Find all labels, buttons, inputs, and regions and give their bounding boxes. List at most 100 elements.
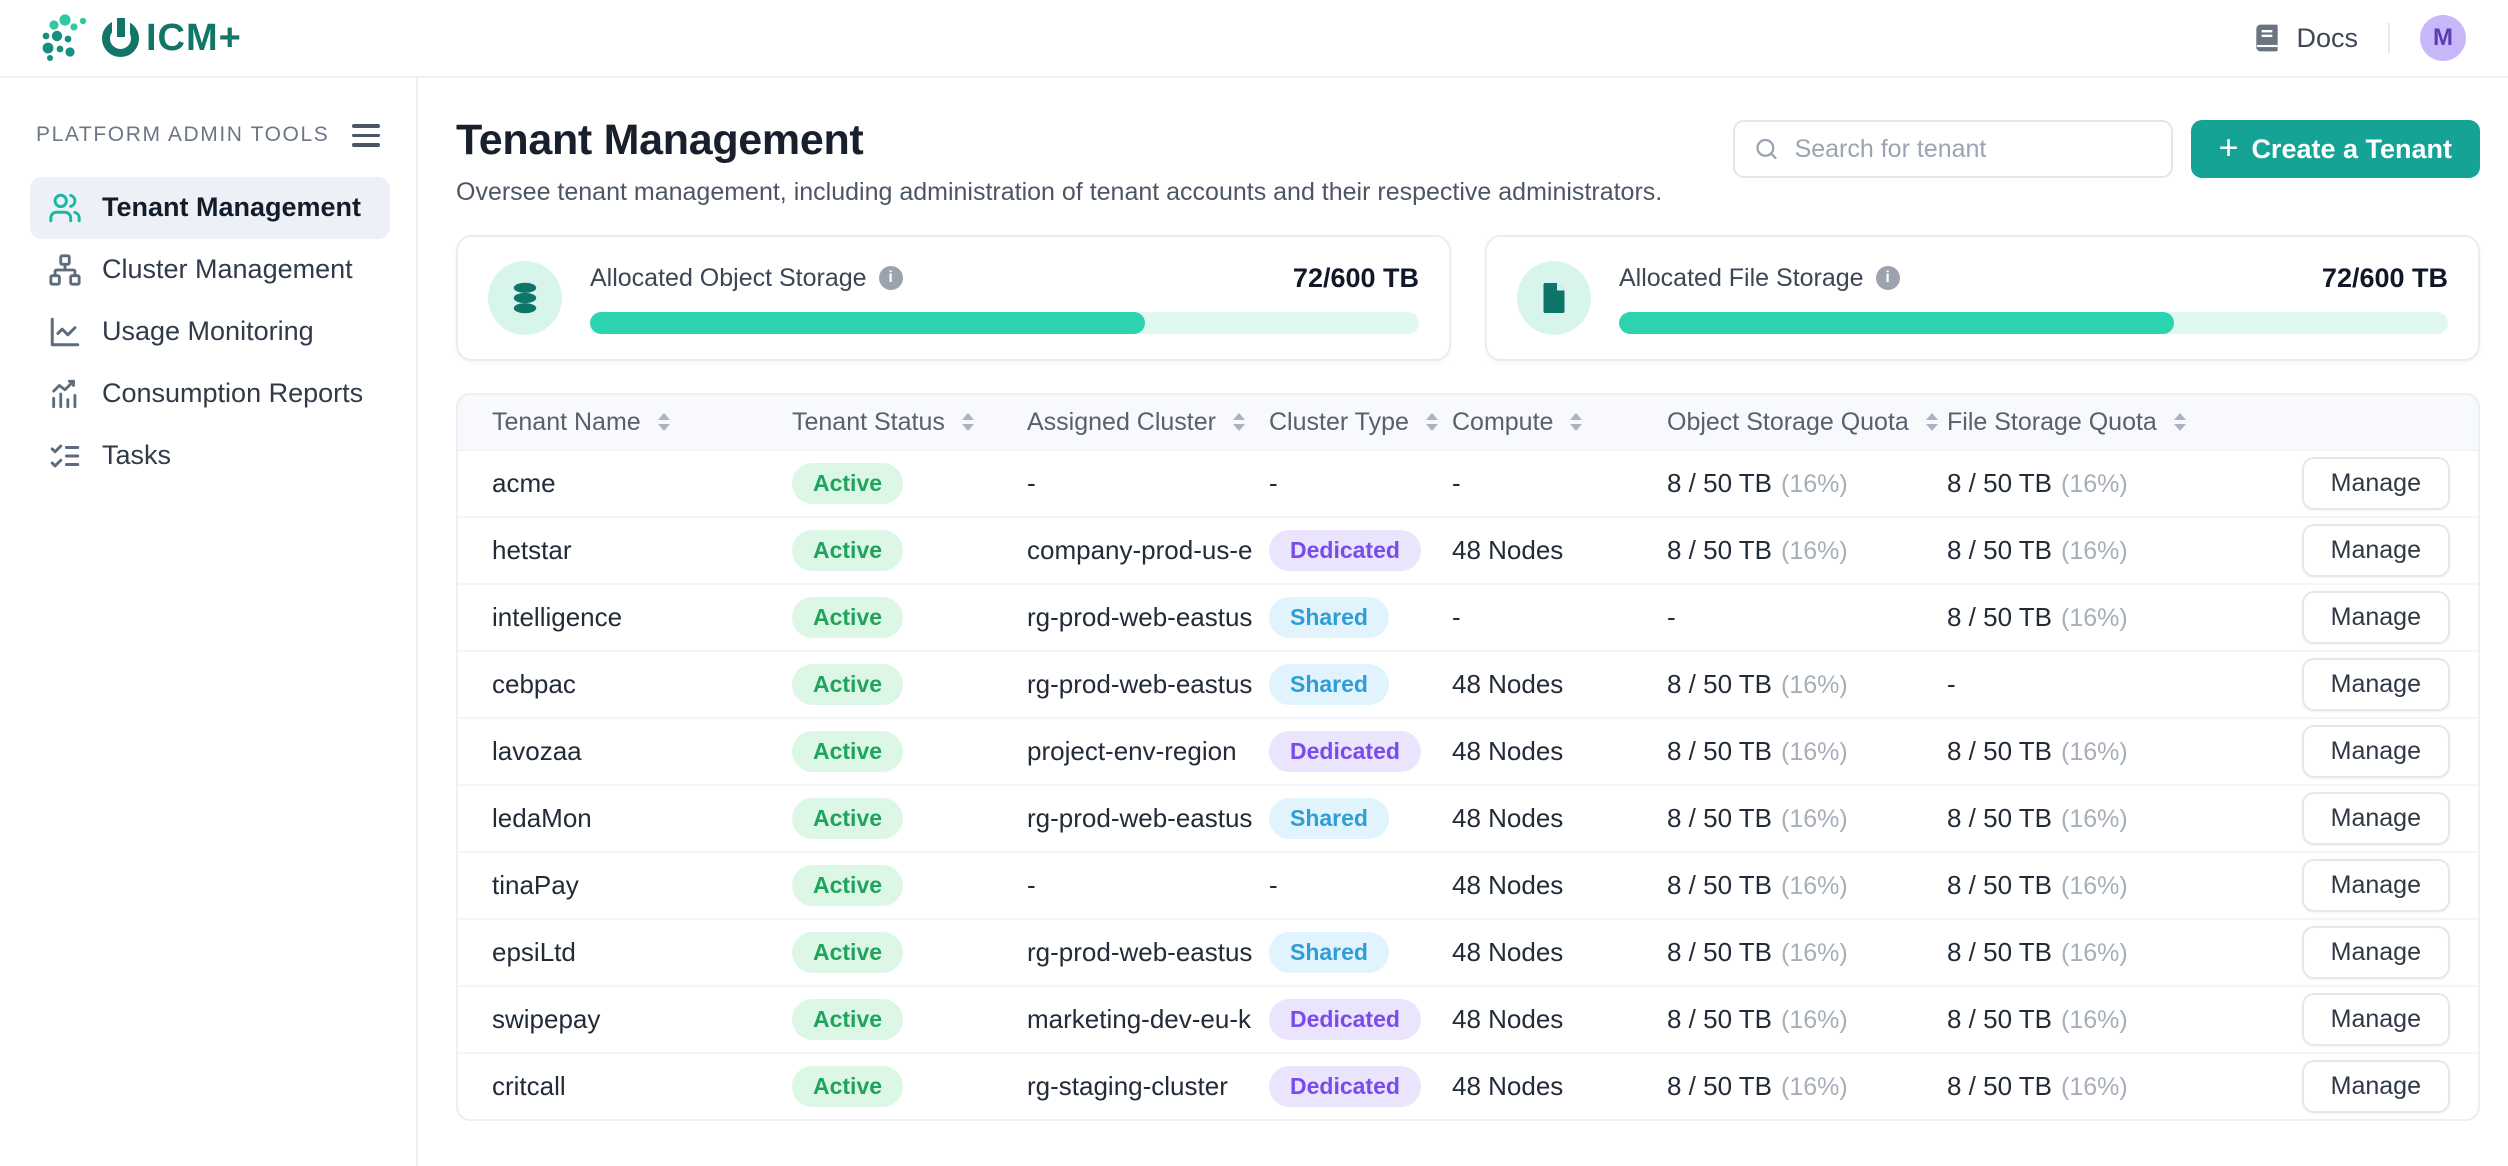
table-row: lavozaa Active project-env-region Dedica… — [458, 717, 2478, 784]
sidebar-item-usage-monitoring[interactable]: Usage Monitoring — [30, 301, 390, 363]
manage-button[interactable]: Manage — [2302, 591, 2450, 644]
manage-button[interactable]: Manage — [2302, 725, 2450, 778]
manage-button[interactable]: Manage — [2302, 792, 2450, 845]
object-quota-cell: 8 / 50 TB(16%) — [1667, 1071, 1947, 1102]
sidebar-item-consumption-reports[interactable]: Consumption Reports — [30, 363, 390, 425]
create-tenant-label: Create a Tenant — [2251, 134, 2452, 165]
file-quota-cell: 8 / 50 TB(16%) — [1947, 870, 2237, 901]
file-quota-cell: 8 / 50 TB(16%) — [1947, 1071, 2237, 1102]
tasks-icon — [48, 439, 82, 473]
docs-button[interactable]: Docs — [2251, 22, 2358, 54]
progress-fill — [590, 312, 1145, 334]
info-icon[interactable]: i — [879, 266, 903, 290]
cluster-type-cell: Dedicated — [1269, 731, 1452, 772]
app-logo: ICM+ — [38, 12, 242, 64]
sort-icon[interactable] — [1233, 413, 1245, 431]
object-quota-cell: 8 / 50 TB(16%) — [1667, 468, 1947, 499]
sidebar-nav: Tenant Management Cluster Management Usa… — [30, 177, 390, 487]
column-header-assigned-cluster[interactable]: Assigned Cluster — [1027, 408, 1269, 437]
assigned-cluster-cell: - — [1027, 468, 1269, 499]
tenant-status-cell: Active — [792, 597, 1027, 638]
progress-fill — [1619, 312, 2174, 334]
sort-icon[interactable] — [2174, 413, 2186, 431]
object-quota-cell: 8 / 50 TB(16%) — [1667, 736, 1947, 767]
avatar[interactable]: M — [2420, 15, 2466, 61]
info-icon[interactable]: i — [1876, 266, 1900, 290]
table-header-row: Tenant Name Tenant Status Assigned Clust… — [458, 395, 2478, 449]
tenant-name-cell: ledaMon — [492, 803, 792, 834]
status-badge: Active — [792, 999, 903, 1040]
table-row: cebpac Active rg-prod-web-eastus Shared … — [458, 650, 2478, 717]
sidebar-item-tenant-management[interactable]: Tenant Management — [30, 177, 390, 239]
table-row: tinaPay Active - - 48 Nodes 8 / 50 TB(16… — [458, 851, 2478, 918]
status-badge: Active — [792, 463, 903, 504]
manage-button[interactable]: Manage — [2302, 993, 2450, 1046]
chart-line-icon — [48, 315, 82, 349]
assigned-cluster-cell: rg-prod-web-eastus — [1027, 669, 1269, 700]
sort-icon[interactable] — [1426, 413, 1438, 431]
page-title: Tenant Management — [456, 116, 1662, 165]
sort-icon[interactable] — [1570, 413, 1582, 431]
assigned-cluster-cell: - — [1027, 870, 1269, 901]
cluster-type-empty: - — [1269, 870, 1278, 900]
cluster-type-badge: Shared — [1269, 798, 1389, 839]
status-badge: Active — [792, 597, 903, 638]
tenant-status-cell: Active — [792, 798, 1027, 839]
docs-label: Docs — [2296, 23, 2358, 54]
object-quota-cell: - — [1667, 602, 1947, 633]
sort-icon[interactable] — [962, 413, 974, 431]
file-storage-card: Allocated File Storage i 72/600 TB — [1485, 235, 2480, 361]
tenant-name-cell: intelligence — [492, 602, 792, 633]
column-header-cluster-type[interactable]: Cluster Type — [1269, 408, 1452, 437]
assigned-cluster-cell: marketing-dev-eu-k — [1027, 1004, 1269, 1035]
cluster-type-badge: Dedicated — [1269, 999, 1421, 1040]
manage-button[interactable]: Manage — [2302, 926, 2450, 979]
main-content: Tenant Management Oversee tenant managem… — [418, 78, 2508, 1166]
manage-button[interactable]: Manage — [2302, 1060, 2450, 1113]
menu-icon[interactable] — [348, 120, 384, 151]
manage-button[interactable]: Manage — [2302, 457, 2450, 510]
object-quota-cell: 8 / 50 TB(16%) — [1667, 937, 1947, 968]
sidebar: PLATFORM ADMIN TOOLS Tenant Management C… — [0, 78, 418, 1166]
column-header-compute[interactable]: Compute — [1452, 408, 1667, 437]
logo-ring-glyph — [102, 20, 139, 57]
sort-icon[interactable] — [1926, 413, 1938, 431]
topbar-divider — [2388, 23, 2390, 53]
table-row: epsiLtd Active rg-prod-web-eastus Shared… — [458, 918, 2478, 985]
search-input[interactable] — [1733, 120, 2173, 178]
tenant-name-cell: tinaPay — [492, 870, 792, 901]
column-header-file-storage-quota[interactable]: File Storage Quota — [1947, 408, 2237, 437]
assigned-cluster-cell: rg-prod-web-eastus — [1027, 803, 1269, 834]
column-header-tenant-status[interactable]: Tenant Status — [792, 408, 1027, 437]
column-header-tenant-name[interactable]: Tenant Name — [492, 408, 792, 437]
tenant-name-cell: lavozaa — [492, 736, 792, 767]
cluster-type-cell: Shared — [1269, 798, 1452, 839]
tenant-status-cell: Active — [792, 664, 1027, 705]
assigned-cluster-cell: rg-prod-web-eastus — [1027, 937, 1269, 968]
cluster-type-empty: - — [1269, 468, 1278, 498]
compute-cell: - — [1452, 468, 1667, 499]
sort-icon[interactable] — [658, 413, 670, 431]
create-tenant-button[interactable]: + Create a Tenant — [2191, 120, 2480, 178]
column-header-object-storage-quota[interactable]: Object Storage Quota — [1667, 408, 1947, 437]
card-value: 72/600 TB — [1293, 263, 1419, 294]
file-quota-cell: 8 / 50 TB(16%) — [1947, 1004, 2237, 1035]
compute-cell: 48 Nodes — [1452, 736, 1667, 767]
table-row: intelligence Active rg-prod-web-eastus S… — [458, 583, 2478, 650]
compute-cell: - — [1452, 602, 1667, 633]
tenant-name-cell: acme — [492, 468, 792, 499]
sidebar-item-cluster-management[interactable]: Cluster Management — [30, 239, 390, 301]
file-quota-cell: 8 / 50 TB(16%) — [1947, 937, 2237, 968]
manage-button[interactable]: Manage — [2302, 658, 2450, 711]
tenant-name-cell: swipepay — [492, 1004, 792, 1035]
object-quota-cell: 8 / 50 TB(16%) — [1667, 803, 1947, 834]
manage-button[interactable]: Manage — [2302, 524, 2450, 577]
manage-button[interactable]: Manage — [2302, 859, 2450, 912]
sidebar-item-tasks[interactable]: Tasks — [30, 425, 390, 487]
compute-cell: 48 Nodes — [1452, 870, 1667, 901]
compute-cell: 48 Nodes — [1452, 1004, 1667, 1035]
assigned-cluster-cell: rg-prod-web-eastus — [1027, 602, 1269, 633]
file-icon — [1517, 261, 1591, 335]
table-body: acme Active - - - 8 / 50 TB(16%) 8 / 50 … — [458, 449, 2478, 1119]
card-label: Allocated Object Storage — [590, 264, 867, 293]
